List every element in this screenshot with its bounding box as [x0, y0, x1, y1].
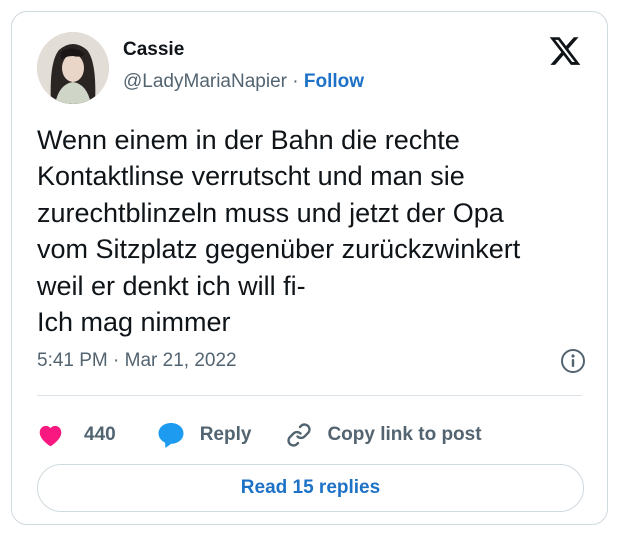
x-logo-icon[interactable] — [548, 34, 582, 68]
tweet-line: Kontaktlinse verrutscht und man sie — [37, 161, 465, 192]
like-button[interactable]: 440 — [37, 422, 156, 449]
tweet-text: Wenn einem in der Bahn die rechte Kontak… — [37, 122, 587, 340]
tweet-line: Ich mag nimmer — [37, 307, 231, 338]
tweet-line: zurechtblinzeln muss und jetzt der Opa — [37, 197, 504, 228]
author-name[interactable]: Cassie — [123, 39, 184, 61]
avatar-image — [37, 32, 109, 104]
author-handle[interactable]: @LadyMariaNapier — [123, 71, 287, 92]
avatar[interactable] — [37, 32, 109, 104]
info-icon[interactable] — [560, 348, 586, 374]
tweet-time: 5:41 PM — [37, 350, 108, 371]
reply-label: Reply — [199, 424, 252, 445]
separator-dot: · — [113, 350, 120, 371]
copy-link-button[interactable]: Copy link to post — [285, 421, 482, 449]
separator-dot: · — [292, 71, 299, 92]
like-count: 440 — [84, 424, 116, 445]
read-replies-button[interactable]: Read 15 replies — [37, 464, 584, 512]
tweet-line: weil er denkt ich will fi- — [37, 270, 306, 301]
tweet-line: Wenn einem in der Bahn die rechte — [37, 125, 460, 155]
link-icon — [287, 423, 312, 447]
tweet-line: vom Sitzplatz gegenüber zurückzwinkert — [37, 234, 521, 265]
author-handle-row: @LadyMariaNapier · Follow — [123, 71, 364, 93]
action-bar: 440 Reply Copy link to post — [37, 412, 482, 458]
reply-button[interactable]: Reply — [156, 420, 286, 450]
copy-link-label: Copy link to post — [327, 424, 482, 445]
tweet-timestamp[interactable]: 5:41 PM · Mar 21, 2022 — [37, 350, 237, 372]
speech-bubble-icon — [158, 423, 184, 448]
tweet-date: Mar 21, 2022 — [124, 350, 237, 371]
divider — [37, 395, 582, 396]
heart-icon — [39, 425, 62, 446]
follow-button[interactable]: Follow — [304, 71, 364, 92]
tweet-card: Cassie @LadyMariaNapier · Follow Wenn ei… — [11, 11, 608, 525]
